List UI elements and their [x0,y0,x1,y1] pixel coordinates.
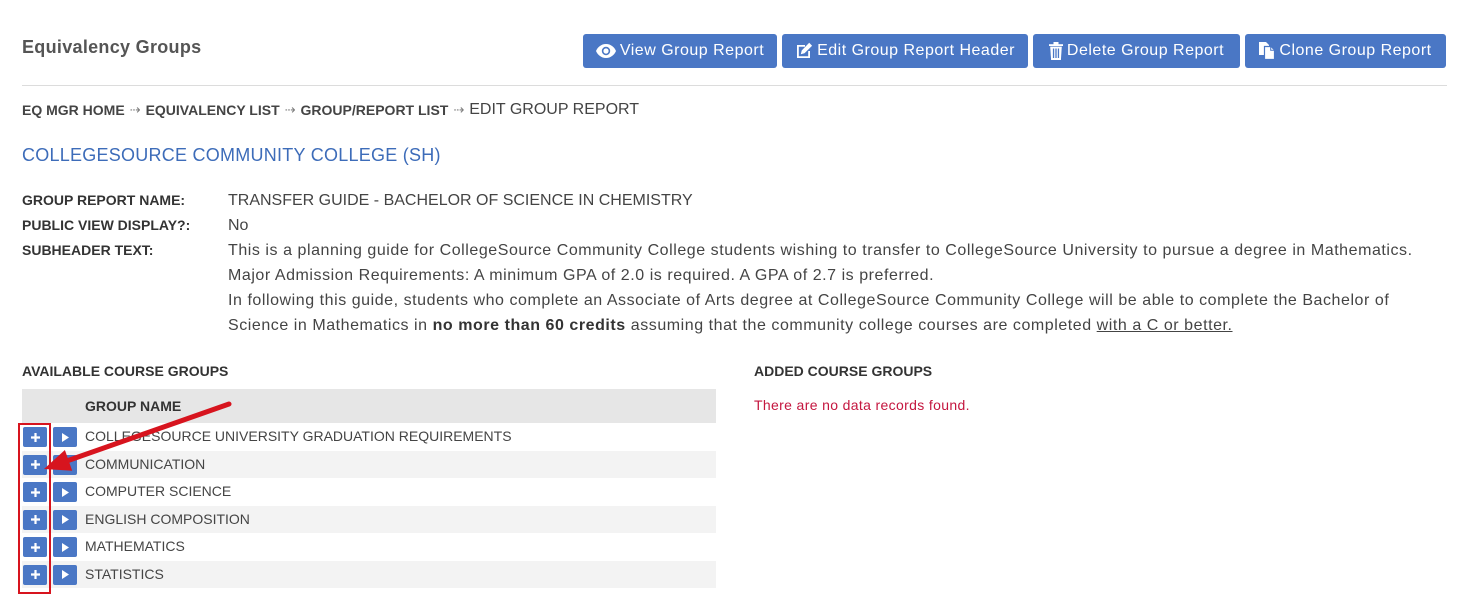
group-report-name-value: TRANSFER GUIDE - BACHELOR OF SCIENCE IN … [228,192,693,209]
group-name: COMMUNICATION [85,455,206,472]
table-row: MATHEMATICS [22,533,716,561]
plus-icon [30,570,40,579]
breadcrumb-separator: ⇢ [453,102,465,118]
detail-row-public-view-display: PUBLIC VIEW DISPLAY?: No [22,213,1447,238]
breadcrumb-eq-mgr-home[interactable]: EQ MGR HOME [22,102,125,118]
breadcrumb-current: EDIT GROUP REPORT [469,101,640,118]
plus-icon [30,432,40,442]
report-actions: View Group Report Edit Group Report Head… [583,34,1446,68]
subheader-underlined-text: with a C or better. [1096,317,1233,334]
plus-icon [30,487,40,497]
public-view-display-label: PUBLIC VIEW DISPLAY?: [22,217,191,233]
expand-group-button[interactable] [53,564,77,585]
header-divider [22,85,1447,86]
plus-icon [30,460,40,469]
delete-group-report-button[interactable]: Delete Group Report [1033,34,1240,68]
subheader-paragraph-3-line-1: In following this guide, students who co… [228,292,1390,309]
group-name: ENGLISH COMPOSITION [85,510,250,527]
group-report-name-label: GROUP REPORT NAME: [22,192,186,208]
institution-name: COLLEGESOURCE COMMUNITY COLLEGE (SH) [22,145,441,165]
breadcrumb-separator: ⇢ [129,102,141,118]
play-icon [61,460,69,469]
play-icon [61,570,69,579]
detail-row-group-report-name: GROUP REPORT NAME: TRANSFER GUIDE - BACH… [22,188,1447,213]
group-name: COMPUTER SCIENCE [85,483,232,499]
subheader-text-segment: assuming that the community college cour… [630,317,1092,334]
breadcrumb-equivalency-list[interactable]: EQUIVALENCY LIST [146,102,280,118]
play-icon [61,542,69,552]
table-row: COLLEGESOURCE UNIVERSITY GRADUATION REQU… [22,423,716,451]
page-title: Equivalency Groups [22,37,202,57]
clone-group-report-label: Clone Group Report [1279,42,1432,59]
group-name: COLLEGESOURCE UNIVERSITY GRADUATION REQU… [85,428,512,444]
available-course-groups-heading: AVAILABLE COURSE GROUPS [22,363,229,379]
play-icon [61,515,69,524]
added-course-groups-heading: ADDED COURSE GROUPS [754,363,933,379]
subheader-text-value: This is a planning guide for CollegeSour… [228,238,1413,338]
group-name: MATHEMATICS [85,538,185,554]
plus-icon [30,542,40,552]
table-row: ENGLISH COMPOSITION [22,505,716,533]
expand-group-button[interactable] [53,509,77,530]
subheader-bold-text: no more than 60 credits [432,317,626,334]
subheader-paragraph-1: This is a planning guide for CollegeSour… [228,242,1413,259]
expand-group-button[interactable] [53,537,77,557]
eye-icon [595,44,616,58]
group-name: STATISTICS [85,565,164,582]
empty-state-message: There are no data records found. [754,397,970,413]
expand-group-button[interactable] [53,427,77,447]
clone-group-report-button[interactable]: Clone Group Report [1245,34,1446,68]
subheader-paragraph-2: Major Admission Requirements: A minimum … [228,267,935,284]
edit-group-report-header-button[interactable]: Edit Group Report Header [782,34,1028,68]
table-row: STATISTICS [22,560,716,588]
expand-group-button[interactable] [53,454,77,475]
breadcrumb: EQ MGR HOME ⇢ EQUIVALENCY LIST ⇢ GROUP/R… [22,99,639,121]
breadcrumb-group-report-list[interactable]: GROUP/REPORT LIST [301,102,449,118]
available-course-groups-table: GROUP NAME COLLEGESOURCE UNIVERSITY GRAD… [22,389,716,588]
play-icon [61,432,69,442]
copy-icon [1259,42,1276,60]
trash-icon [1048,42,1063,60]
plus-icon [30,515,40,524]
add-group-button[interactable] [23,537,47,557]
table-row: COMMUNICATION [22,450,716,478]
edit-icon [795,42,813,60]
add-group-button[interactable] [23,454,47,475]
subheader-paragraph-3-line-2: Science in Mathematics in no more than 6… [228,313,1413,338]
detail-row-subheader-text: SUBHEADER TEXT: This is a planning guide… [22,238,1447,338]
add-group-button[interactable] [23,482,47,502]
view-group-report-label: View Group Report [619,42,765,59]
public-view-display-value: No [228,217,249,234]
add-group-button[interactable] [23,427,47,447]
subheader-text-label: SUBHEADER TEXT: [22,242,154,258]
add-group-button[interactable] [23,564,47,585]
expand-group-button[interactable] [53,482,77,502]
breadcrumb-separator: ⇢ [284,102,296,118]
table-row: COMPUTER SCIENCE [22,478,716,506]
delete-group-report-label: Delete Group Report [1066,42,1225,59]
edit-group-report-header-label: Edit Group Report Header [817,42,1015,59]
view-group-report-button[interactable]: View Group Report [583,34,777,68]
subheader-text-segment: Science in Mathematics in [228,317,428,334]
play-icon [61,487,69,497]
group-name-column-header: GROUP NAME [85,398,182,414]
group-report-details: GROUP REPORT NAME: TRANSFER GUIDE - BACH… [22,188,1447,338]
add-group-button[interactable] [23,509,47,530]
table-header: GROUP NAME [22,389,716,423]
